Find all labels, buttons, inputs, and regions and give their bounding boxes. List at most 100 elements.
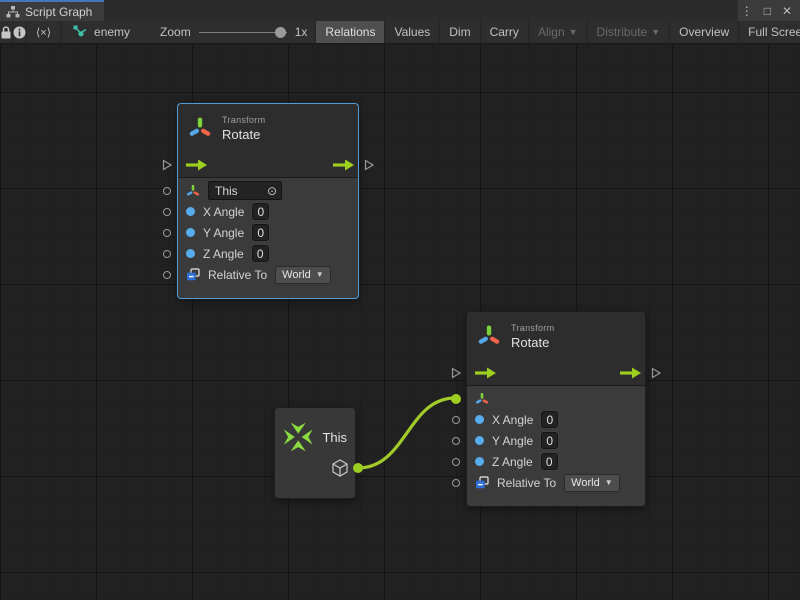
node-header-section: Transform Rotate (178, 104, 358, 178)
script-graph-window: Script Graph ⋮ □ ✕ ⟨×⟩ (0, 0, 800, 600)
flow-input-port[interactable] (161, 159, 173, 171)
transform-icon (188, 116, 212, 140)
maximize-icon[interactable]: □ (764, 5, 771, 17)
info-button[interactable] (13, 21, 27, 43)
full-screen-button[interactable]: Full Screen (739, 21, 800, 43)
flow-output-port[interactable] (650, 367, 662, 379)
target-object-field[interactable]: This ⊙ (208, 181, 282, 200)
node-rotate-top[interactable]: Transform Rotate (178, 104, 358, 298)
graph-name: enemy (94, 25, 130, 39)
flow-row (178, 152, 358, 177)
relative-to-dropdown[interactable]: World ▼ (275, 266, 330, 284)
relative-to-dropdown[interactable]: World ▼ (564, 474, 619, 492)
gameobject-cube-icon (331, 459, 349, 477)
this-node-header: This (275, 408, 355, 455)
x-angle-row: X Angle 0 (467, 409, 645, 430)
graph-node-icon (73, 25, 88, 39)
node-title: Rotate (222, 127, 265, 142)
y-angle-input-port[interactable] (163, 229, 171, 237)
relative-to-row: Relative To World ▼ (467, 472, 645, 493)
target-row (467, 388, 645, 409)
flow-row (467, 360, 645, 385)
z-angle-value-field[interactable]: 0 (541, 453, 558, 470)
y-angle-input-port[interactable] (452, 437, 460, 445)
z-angle-value-field[interactable]: 0 (252, 245, 269, 262)
zoom-level: 1x (295, 25, 308, 39)
flow-output-port[interactable] (363, 159, 375, 171)
code-view-button[interactable]: ⟨×⟩ (27, 21, 61, 43)
float-port-icon (475, 436, 484, 445)
carry-button[interactable]: Carry (481, 21, 529, 43)
lock-icon (0, 26, 12, 39)
window-controls: ⋮ □ ✕ (738, 0, 800, 21)
relative-to-input-port[interactable] (163, 271, 171, 279)
zoom-label: Zoom (160, 25, 191, 39)
node-title: Rotate (511, 335, 554, 350)
target-input-port[interactable] (163, 187, 171, 195)
x-angle-input-port[interactable] (452, 416, 460, 424)
relations-button[interactable]: Relations (316, 21, 385, 43)
graph-icon (6, 6, 20, 18)
enum-icon (475, 476, 489, 490)
converge-arrows-icon (283, 419, 313, 455)
node-category: Transform (511, 323, 554, 333)
x-angle-value-field[interactable]: 0 (541, 411, 558, 428)
target-row: This ⊙ (178, 180, 358, 201)
align-button[interactable]: Align ▼ (529, 21, 588, 43)
lock-button[interactable] (0, 21, 13, 43)
z-angle-input-port[interactable] (163, 250, 171, 258)
this-output-port-connected[interactable] (353, 463, 363, 473)
y-angle-row: Y Angle 0 (178, 222, 358, 243)
transform-icon (186, 184, 200, 198)
distribute-button[interactable]: Distribute ▼ (588, 21, 671, 43)
relative-to-input-port[interactable] (452, 479, 460, 487)
z-angle-input-port[interactable] (452, 458, 460, 466)
flow-out-arrow-icon (620, 367, 641, 379)
info-icon (13, 26, 26, 39)
dim-button[interactable]: Dim (440, 21, 480, 43)
node-titles: Transform Rotate (222, 115, 265, 142)
node-body: This ⊙ X Angle 0 Y Angle 0 (178, 178, 358, 298)
float-port-icon (475, 457, 484, 466)
node-rotate-bottom[interactable]: Transform Rotate (467, 312, 645, 506)
float-port-icon (186, 207, 195, 216)
x-angle-value-field[interactable]: 0 (252, 203, 269, 220)
menu-icon[interactable]: ⋮ (741, 5, 753, 17)
float-port-icon (186, 228, 195, 237)
x-angle-input-port[interactable] (163, 208, 171, 216)
y-angle-value-field[interactable]: 0 (541, 432, 558, 449)
chevron-down-icon: ▼ (651, 27, 660, 37)
flow-input-port[interactable] (450, 367, 462, 379)
chevron-down-icon: ▼ (569, 27, 578, 37)
overview-button[interactable]: Overview (670, 21, 739, 43)
enum-icon (186, 268, 200, 282)
close-icon[interactable]: ✕ (782, 5, 792, 17)
graph-breadcrumb[interactable]: enemy (61, 21, 144, 43)
code-view-icon: ⟨×⟩ (36, 26, 51, 39)
node-this[interactable]: This (275, 408, 355, 498)
y-angle-row: Y Angle 0 (467, 430, 645, 451)
node-body: X Angle 0 Y Angle 0 Z Angle 0 (467, 386, 645, 506)
z-angle-row: Z Angle 0 (178, 243, 358, 264)
zoom-slider[interactable] (199, 21, 287, 44)
values-button[interactable]: Values (385, 21, 440, 43)
flow-in-arrow-icon (475, 367, 496, 379)
object-picker-icon[interactable]: ⊙ (267, 185, 277, 197)
zoom-slider-handle[interactable] (275, 27, 286, 38)
node-titles: Transform Rotate (511, 323, 554, 350)
connection-layer (0, 44, 800, 600)
y-angle-value-field[interactable]: 0 (252, 224, 269, 241)
x-angle-row: X Angle 0 (178, 201, 358, 222)
chevron-down-icon: ▼ (605, 478, 613, 487)
graph-canvas[interactable]: Transform Rotate (0, 44, 800, 600)
wire-this-to-rotate[interactable] (358, 398, 455, 468)
relative-to-row: Relative To World ▼ (178, 264, 358, 285)
tab-script-graph[interactable]: Script Graph (0, 0, 104, 21)
transform-icon (477, 324, 501, 348)
this-node-label: This (322, 430, 347, 445)
toolbar-button-group: Relations Values Dim Carry Align ▼ Distr… (315, 21, 800, 43)
zoom-control: Zoom 1x (144, 21, 313, 43)
target-input-port-connected[interactable] (451, 394, 461, 404)
float-port-icon (475, 415, 484, 424)
zoom-slider-track (199, 32, 287, 33)
